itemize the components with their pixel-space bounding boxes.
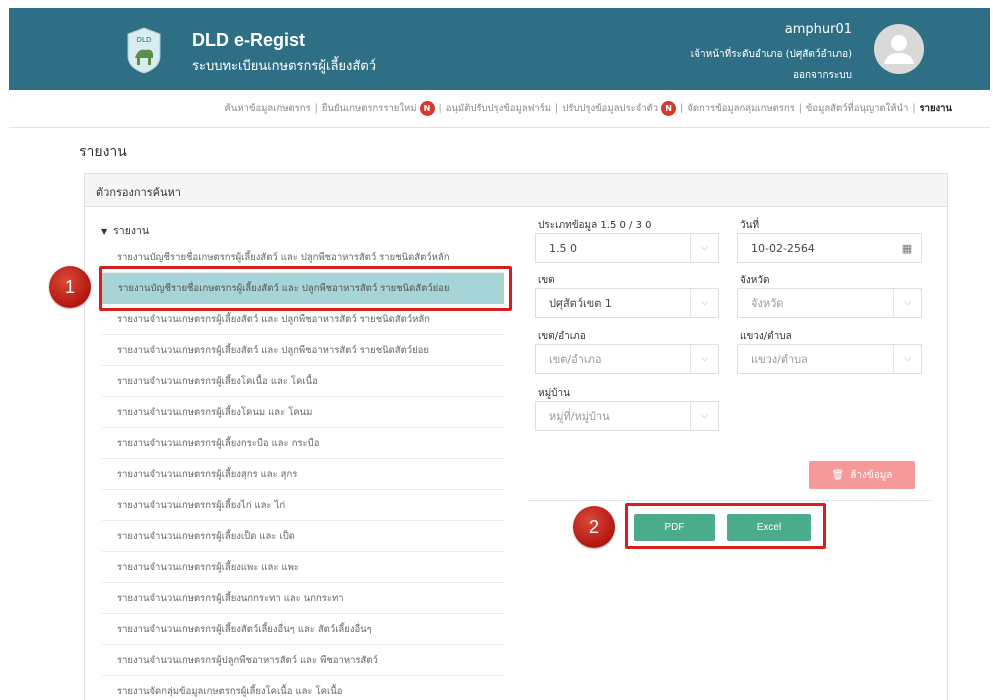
new-badge: N bbox=[419, 101, 435, 116]
trash-icon: 🗑 bbox=[831, 469, 845, 481]
step-marker-1: 1 bbox=[49, 266, 91, 308]
nav-separator: | bbox=[438, 103, 442, 114]
user-avatar-icon bbox=[884, 35, 914, 64]
page-title: รายงาน bbox=[79, 144, 127, 160]
report-item[interactable]: รายงานจำนวนเกษตรกรผู้เลี้ยงสัตว์ และ ปลู… bbox=[102, 335, 504, 366]
district-placeholder: เขต/อำเภอ bbox=[549, 353, 602, 366]
nav-separator: | bbox=[680, 103, 684, 114]
zone-label: เขต bbox=[538, 275, 555, 286]
user-name: amphur01 bbox=[784, 22, 852, 37]
chevron-down-icon: ⌵ bbox=[893, 289, 921, 317]
nav-search-farmer[interactable]: ค้นหาข้อมูลเกษตรกร bbox=[225, 101, 311, 116]
nav-label: ปรับปรุงข้อมูลประจำตัว bbox=[562, 103, 659, 114]
logout-link[interactable]: ออกจากระบบ bbox=[793, 68, 852, 83]
village-placeholder: หมู่ที่/หมู่บ้าน bbox=[549, 410, 610, 423]
nav-update-profile[interactable]: ปรับปรุงข้อมูลประจำตัว N bbox=[562, 101, 677, 116]
nav-manage-farmer-group[interactable]: จัดการข้อมูลกลุ่มเกษตรกร bbox=[687, 101, 794, 116]
user-role: เจ้าหน้าที่ระดับอำเภอ (ปศุสัตว์อำเภอ) bbox=[690, 49, 852, 60]
province-label: จังหวัด bbox=[740, 275, 770, 286]
data-type-label: ประเภทข้อมูล 1.5 0 / 3 0 bbox=[538, 220, 652, 231]
date-value: 10-02-2564 bbox=[751, 241, 815, 255]
nav-reports[interactable]: รายงาน bbox=[920, 101, 952, 116]
clear-button[interactable]: 🗑 ล้างข้อมูล bbox=[809, 461, 915, 489]
chevron-down-icon: ⌵ bbox=[690, 234, 718, 262]
nav-label: ยืนยันเกษตรกรรายใหม่ bbox=[321, 103, 417, 114]
report-item[interactable]: รายงานจำนวนเกษตรกรผู้เลี้ยงนกกระทา และ น… bbox=[102, 583, 504, 614]
province-select[interactable]: จังหวัด ⌵ bbox=[737, 288, 922, 318]
chevron-down-icon: ⌵ bbox=[690, 402, 718, 430]
app-header: DLD DLD e-Regist ระบบทะเบียนเกษตรกรผู้เล… bbox=[9, 8, 990, 90]
main-nav: ค้นหาข้อมูลเกษตรกร | ยืนยันเกษตรกรรายใหม… bbox=[9, 90, 990, 128]
zone-value: ปศุสัตว์เขต 1 bbox=[549, 297, 612, 310]
report-item[interactable]: รายงานจำนวนเกษตรกรผู้เลี้ยงแพะ และ แพะ bbox=[102, 552, 504, 583]
report-item[interactable]: รายงานจัดกลุ่มข้อมูลเกษตรกรผู้เลี้ยงโคเน… bbox=[102, 676, 504, 700]
village-label: หมู่บ้าน bbox=[538, 388, 570, 399]
dld-logo-icon: DLD bbox=[127, 27, 161, 74]
chevron-down-icon: ⌵ bbox=[690, 345, 718, 373]
report-item[interactable]: รายงานจำนวนเกษตรกรผู้เลี้ยงสุกร และ สุกร bbox=[102, 459, 504, 490]
chevron-down-icon: ⌵ bbox=[690, 289, 718, 317]
report-tree-root[interactable]: ▼ รายงาน bbox=[101, 222, 149, 239]
report-item[interactable]: รายงานจำนวนเกษตรกรผู้เลี้ยงโคนม และ โคนม bbox=[102, 397, 504, 428]
app-subtitle: ระบบทะเบียนเกษตรกรผู้เลี้ยงสัตว์ bbox=[192, 59, 377, 74]
calendar-icon[interactable]: ▦ bbox=[893, 234, 921, 262]
village-select[interactable]: หมู่ที่/หมู่บ้าน ⌵ bbox=[535, 401, 719, 431]
report-item[interactable]: รายงานจำนวนเกษตรกรผู้เลี้ยงสัตว์เลี้ยงอื… bbox=[102, 614, 504, 645]
avatar[interactable] bbox=[874, 24, 924, 74]
province-placeholder: จังหวัด bbox=[751, 297, 784, 310]
report-item[interactable]: รายงานจำนวนเกษตรกรผู้เลี้ยงโคเนื้อ และ โ… bbox=[102, 366, 504, 397]
date-picker[interactable]: 10-02-2564 ▦ bbox=[737, 233, 922, 263]
nav-confirm-new-farmer[interactable]: ยืนยันเกษตรกรรายใหม่ N bbox=[322, 101, 435, 116]
report-item[interactable]: รายงานจำนวนเกษตรกรผู้เลี้ยงไก่ และ ไก่ bbox=[102, 490, 504, 521]
data-type-select[interactable]: 1.5 0 ⌵ bbox=[535, 233, 719, 263]
clear-label: ล้างข้อมูล bbox=[850, 469, 893, 481]
date-label: วันที่ bbox=[740, 220, 760, 231]
nav-separator: | bbox=[912, 103, 916, 114]
district-label: เขต/อำเภอ bbox=[538, 331, 586, 342]
subdistrict-label: แขวง/ตำบล bbox=[740, 331, 792, 342]
chevron-down-icon: ⌵ bbox=[893, 345, 921, 373]
annotation-highlight-1 bbox=[99, 266, 512, 311]
report-item[interactable]: รายงานจำนวนเกษตรกรผู้ปลูกพืชอาหารสัตว์ แ… bbox=[102, 645, 504, 676]
panel-title: ตัวกรองการค้นหา bbox=[85, 174, 947, 207]
nav-separator: | bbox=[314, 103, 318, 114]
divider bbox=[528, 500, 932, 501]
district-select[interactable]: เขต/อำเภอ ⌵ bbox=[535, 344, 719, 374]
nav-approve-farm-update[interactable]: อนุมัติปรับปรุงข้อมูลฟาร์ม bbox=[446, 101, 551, 116]
zone-select[interactable]: ปศุสัตว์เขต 1 ⌵ bbox=[535, 288, 719, 318]
nav-separator: | bbox=[555, 103, 559, 114]
new-badge: N bbox=[661, 101, 677, 116]
step-marker-2: 2 bbox=[573, 506, 615, 548]
tree-root-label: รายงาน bbox=[113, 225, 150, 237]
nav-allowed-animals[interactable]: ข้อมูลสัตว์ที่อนุญาตให้นำ bbox=[806, 101, 908, 116]
data-type-value: 1.5 0 bbox=[549, 241, 577, 255]
nav-separator: | bbox=[798, 103, 802, 114]
logo-text: DLD bbox=[137, 36, 152, 44]
report-item[interactable]: รายงานจำนวนเกษตรกรผู้เลี้ยงเป็ด และ เป็ด bbox=[102, 521, 504, 552]
annotation-highlight-2 bbox=[625, 503, 826, 549]
caret-down-icon: ▼ bbox=[101, 227, 108, 236]
app-title: DLD e-Regist bbox=[192, 30, 306, 50]
report-item[interactable]: รายงานจำนวนเกษตรกรผู้เลี้ยงกระบือ และ กร… bbox=[102, 428, 504, 459]
subdistrict-select[interactable]: แขวง/ตำบล ⌵ bbox=[737, 344, 922, 374]
subdistrict-placeholder: แขวง/ตำบล bbox=[751, 353, 808, 366]
